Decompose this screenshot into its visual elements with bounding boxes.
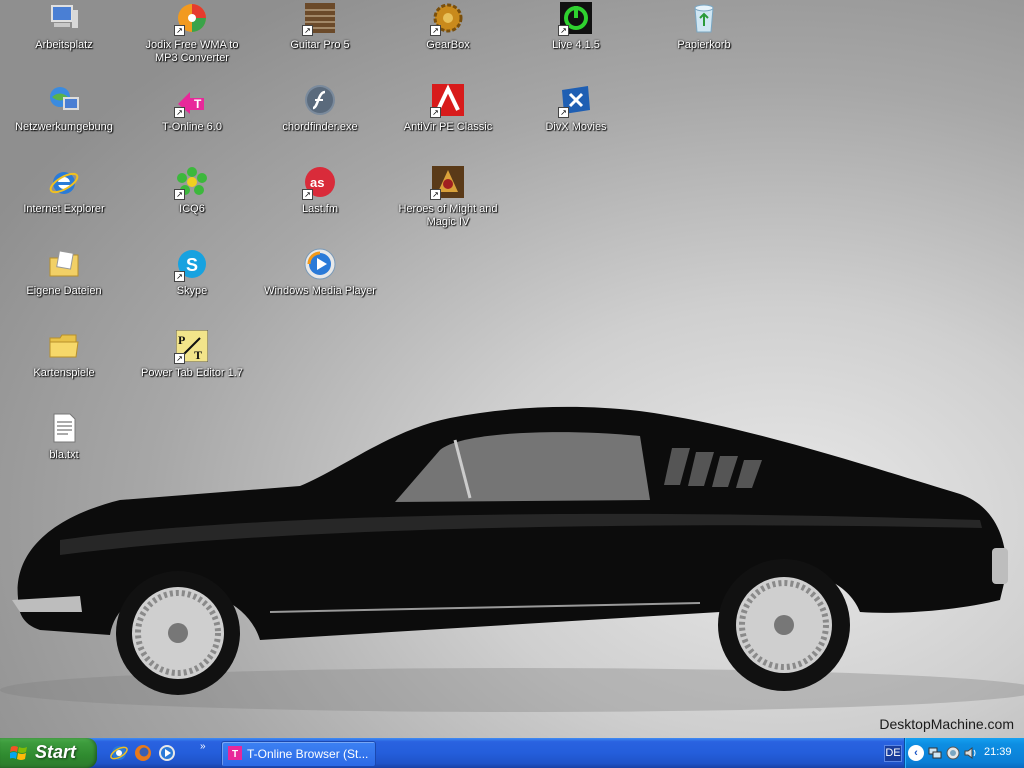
desktop-icon-icq[interactable]: ↗ ICQ6 bbox=[132, 166, 252, 244]
desktop-icon-label: DivX Movies bbox=[545, 121, 607, 133]
flash-icon bbox=[305, 85, 335, 115]
desktop-icon-label: GearBox bbox=[426, 39, 470, 51]
svg-text:P: P bbox=[178, 333, 185, 347]
desktop-icon-chordfinder[interactable]: chordfinder.exe bbox=[260, 84, 380, 162]
desktop-icon-label: Power Tab Editor 1.7 bbox=[141, 367, 243, 379]
windows-flag-icon bbox=[10, 746, 27, 760]
my-computer-icon bbox=[51, 5, 78, 28]
text-file-icon bbox=[53, 413, 76, 443]
update-tray-icon[interactable] bbox=[946, 746, 960, 760]
desktop-icon-label: Heroes of Might and Magic IV bbox=[398, 203, 498, 228]
svg-text:T: T bbox=[194, 97, 202, 111]
desktop[interactable]: DesktopMachine.com Arbeitsplatz ↗ Jodix … bbox=[0, 0, 1024, 738]
desktop-icon-kartenspiele[interactable]: Kartenspiele bbox=[4, 330, 124, 408]
taskbar-item-label: T-Online Browser (St... bbox=[247, 747, 369, 761]
desktop-icon-label: Netzwerkumgebung bbox=[15, 121, 113, 133]
shortcut-arrow-icon: ↗ bbox=[430, 189, 441, 200]
shortcut-arrow-icon: ↗ bbox=[174, 189, 185, 200]
desktop-icon-live[interactable]: ↗ Live 4.1.5 bbox=[516, 2, 636, 80]
desktop-icon-label: T-Online 6.0 bbox=[162, 121, 222, 133]
svg-text:as: as bbox=[310, 175, 324, 190]
desktop-icon-label: chordfinder.exe bbox=[282, 121, 358, 133]
folder-icon bbox=[49, 334, 79, 358]
shortcut-arrow-icon: ↗ bbox=[430, 107, 441, 118]
desktop-icon-guitarpro[interactable]: ↗ Guitar Pro 5 bbox=[260, 2, 380, 80]
wallpaper-watermark: DesktopMachine.com bbox=[879, 716, 1014, 732]
shortcut-arrow-icon: ↗ bbox=[174, 353, 185, 364]
desktop-icon-label: Windows Media Player bbox=[264, 285, 376, 297]
quick-launch-more-button[interactable]: » bbox=[200, 741, 206, 752]
desktop-icon-label: Jodix Free WMA to MP3 Converter bbox=[145, 39, 239, 64]
shortcut-arrow-icon: ↗ bbox=[174, 25, 185, 36]
desktop-icon-gearbox[interactable]: ↗ GearBox bbox=[388, 2, 508, 80]
shortcut-arrow-icon: ↗ bbox=[302, 189, 313, 200]
volume-tray-icon[interactable] bbox=[963, 746, 977, 760]
desktop-icon-heroes[interactable]: ↗ Heroes of Might and Magic IV bbox=[388, 166, 508, 244]
desktop-icon-arbeitsplatz[interactable]: Arbeitsplatz bbox=[4, 2, 124, 80]
desktop-icon-label: Internet Explorer bbox=[23, 203, 105, 215]
desktop-icon-wmp[interactable]: Windows Media Player bbox=[260, 248, 380, 326]
ie-quicklaunch-icon[interactable] bbox=[110, 744, 128, 762]
desktop-icon-label: Guitar Pro 5 bbox=[290, 39, 350, 51]
firefox-quicklaunch-icon[interactable] bbox=[134, 744, 152, 762]
desktop-icon-papierkorb[interactable]: Papierkorb bbox=[644, 2, 764, 80]
shortcut-arrow-icon: ↗ bbox=[174, 107, 185, 118]
language-indicator[interactable]: DE bbox=[884, 745, 902, 762]
taskbar: Start » T T-Online Browser (St... DE ‹ 2… bbox=[0, 738, 1024, 768]
start-button[interactable]: Start bbox=[0, 738, 97, 768]
desktop-icon-ie[interactable]: Internet Explorer bbox=[4, 166, 124, 244]
desktop-icon-label: Eigene Dateien bbox=[26, 285, 102, 297]
show-hidden-icons-button[interactable]: ‹ bbox=[908, 745, 924, 761]
start-label: Start bbox=[35, 742, 77, 762]
shortcut-arrow-icon: ↗ bbox=[558, 25, 569, 36]
my-documents-icon bbox=[49, 250, 79, 277]
desktop-icon-label: Papierkorb bbox=[677, 39, 731, 51]
internet-explorer-icon bbox=[49, 172, 79, 194]
shortcut-arrow-icon: ↗ bbox=[302, 25, 313, 36]
svg-text:T: T bbox=[232, 749, 238, 760]
desktop-icon-label: Arbeitsplatz bbox=[35, 39, 93, 51]
desktop-icon-bla-txt[interactable]: bla.txt bbox=[4, 412, 124, 490]
desktop-icon-label: AntiVir PE Classic bbox=[403, 121, 493, 133]
desktop-icon-divx[interactable]: ↗ DivX Movies bbox=[516, 84, 636, 162]
svg-text:T: T bbox=[194, 348, 202, 362]
network-places-icon bbox=[50, 87, 79, 110]
desktop-icon-label: Last.fm bbox=[301, 203, 339, 215]
system-tray: ‹ 21:39 bbox=[904, 738, 1024, 768]
desktop-icon-label: ICQ6 bbox=[179, 203, 205, 215]
shortcut-arrow-icon: ↗ bbox=[174, 271, 185, 282]
desktop-icon-label: Kartenspiele bbox=[33, 367, 95, 379]
desktop-icon-label: Live 4.1.5 bbox=[552, 39, 600, 51]
media-player-icon bbox=[304, 248, 336, 280]
desktop-icon-label: Skype bbox=[176, 285, 208, 297]
desktop-icon-antivir[interactable]: ↗ AntiVir PE Classic bbox=[388, 84, 508, 162]
desktop-icon-jodix[interactable]: ↗ Jodix Free WMA to MP3 Converter bbox=[132, 2, 252, 80]
network-tray-icon[interactable] bbox=[928, 746, 942, 760]
desktop-icon-tonline[interactable]: T ↗ T-Online 6.0 bbox=[132, 84, 252, 162]
desktop-icon-label: bla.txt bbox=[49, 449, 79, 461]
media-player-quicklaunch-icon[interactable] bbox=[158, 744, 176, 762]
shortcut-arrow-icon: ↗ bbox=[558, 107, 569, 118]
clock[interactable]: 21:39 bbox=[984, 746, 1012, 758]
taskbar-item-t-online-browser[interactable]: T T-Online Browser (St... bbox=[221, 741, 376, 767]
shortcut-arrow-icon: ↗ bbox=[430, 25, 441, 36]
recycle-bin-icon bbox=[694, 4, 714, 33]
t-online-browser-icon: T bbox=[228, 746, 242, 760]
desktop-icon-eigene-dateien[interactable]: Eigene Dateien bbox=[4, 248, 124, 326]
desktop-icon-lastfm[interactable]: as ↗ Last.fm bbox=[260, 166, 380, 244]
svg-text:S: S bbox=[186, 255, 198, 275]
desktop-icon-powertab[interactable]: P T ↗ Power Tab Editor 1.7 bbox=[132, 329, 252, 408]
desktop-icon-skype[interactable]: S ↗ Skype bbox=[132, 248, 252, 326]
desktop-icon-netzwerk[interactable]: Netzwerkumgebung bbox=[4, 84, 124, 162]
